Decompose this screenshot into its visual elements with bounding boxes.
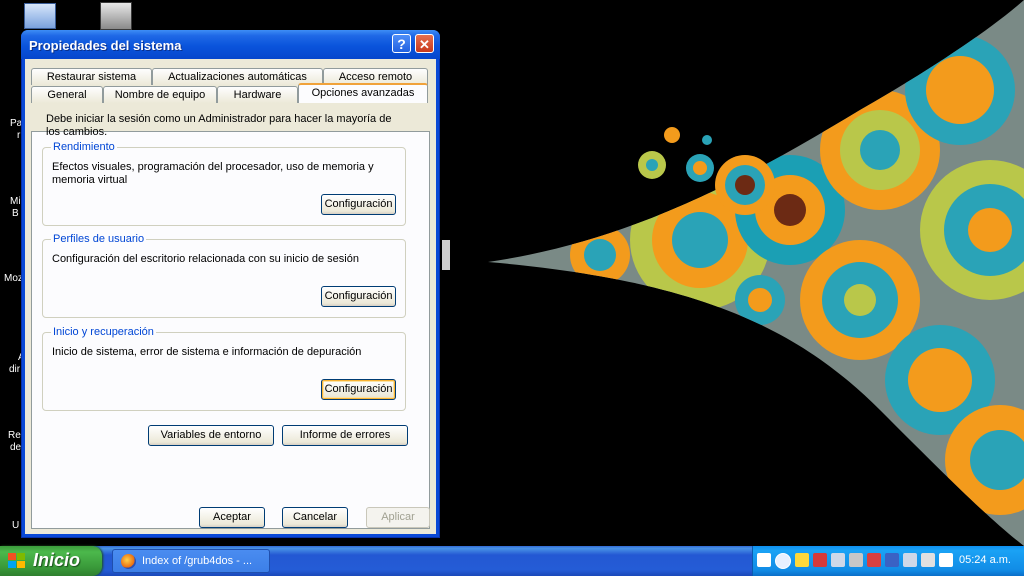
start-label: Inicio	[33, 550, 81, 570]
firefox-icon	[121, 554, 136, 569]
dialog-client-area: Restaurar sistema Actualizaciones automá…	[25, 59, 436, 534]
start-button[interactable]: Inicio	[0, 546, 102, 576]
monitor-icon[interactable]	[921, 553, 935, 567]
task-label: Index of /grub4dos - ...	[142, 555, 253, 567]
aceptar-button[interactable]: Aceptar	[199, 507, 265, 528]
group-description: Efectos visuales, programación del proce…	[52, 161, 374, 186]
network-disconnected-icon[interactable]	[849, 553, 863, 567]
perfiles-configuracion-button[interactable]: Configuración	[321, 286, 396, 307]
desktop: Pa r Mi B Moz A dir Re de U Propiedades …	[0, 0, 1024, 546]
task-button-browser[interactable]: Index of /grub4dos - ...	[112, 549, 270, 573]
system-properties-dialog: Propiedades del sistema ? ✕ Restaurar si…	[21, 30, 440, 538]
lock-network-icon[interactable]	[100, 2, 132, 30]
security-alert-icon[interactable]	[813, 553, 827, 567]
security-shield-icon[interactable]	[795, 553, 809, 567]
group-description: Inicio de sistema, error de sistema e in…	[52, 346, 362, 358]
help-tray-icon[interactable]	[757, 553, 771, 567]
group-inicio-y-recuperacion: Inicio y recuperación Inicio de sistema,…	[42, 326, 406, 411]
system-tray: 05:24 a.m.	[752, 546, 1024, 576]
rendimiento-configuracion-button[interactable]: Configuración	[321, 194, 396, 215]
aplicar-button[interactable]: Aplicar	[366, 507, 430, 528]
dialog-titlebar[interactable]: Propiedades del sistema ? ✕	[21, 30, 440, 59]
inicio-configuracion-button[interactable]: Configuración	[321, 379, 396, 400]
network-error-icon[interactable]	[867, 553, 881, 567]
display-icon[interactable]	[903, 553, 917, 567]
tab-restaurar-sistema[interactable]: Restaurar sistema	[31, 68, 152, 85]
tab-actualizaciones-automaticas[interactable]: Actualizaciones automáticas	[152, 68, 323, 85]
usb-device-icon[interactable]	[885, 553, 899, 567]
intro-text: Debe iniciar la sesión como un Administr…	[46, 113, 392, 138]
group-label: Perfiles de usuario	[51, 233, 147, 246]
taskbar: Inicio Index of /grub4dos - ... 05:24 a.…	[0, 546, 1024, 576]
informe-de-errores-button[interactable]: Informe de errores	[282, 425, 408, 446]
clock[interactable]: 05:24 a.m.	[959, 554, 1011, 566]
group-rendimiento: Rendimiento Efectos visuales, programaci…	[42, 141, 406, 226]
close-button[interactable]: ✕	[415, 34, 434, 53]
variables-de-entorno-button[interactable]: Variables de entorno	[148, 425, 274, 446]
network-icon[interactable]	[831, 553, 845, 567]
tab-nombre-de-equipo[interactable]: Nombre de equipo	[103, 86, 217, 103]
group-label: Inicio y recuperación	[51, 326, 156, 339]
group-perfiles-de-usuario: Perfiles de usuario Configuración del es…	[42, 233, 406, 318]
volume-icon[interactable]	[939, 553, 953, 567]
tab-general[interactable]: General	[31, 86, 103, 103]
cancelar-button[interactable]: Cancelar	[282, 507, 348, 528]
windows-logo-icon	[8, 553, 25, 568]
dialog-title: Propiedades del sistema	[29, 38, 182, 53]
tab-opciones-avanzadas[interactable]: Opciones avanzadas	[298, 83, 428, 103]
group-description: Configuración del escritorio relacionada…	[52, 253, 359, 265]
my-computer-icon[interactable]	[24, 3, 56, 29]
help-button[interactable]: ?	[392, 34, 411, 53]
tab-hardware[interactable]: Hardware	[217, 86, 298, 103]
group-label: Rendimiento	[51, 141, 117, 154]
chevron-left-icon[interactable]	[775, 553, 791, 569]
